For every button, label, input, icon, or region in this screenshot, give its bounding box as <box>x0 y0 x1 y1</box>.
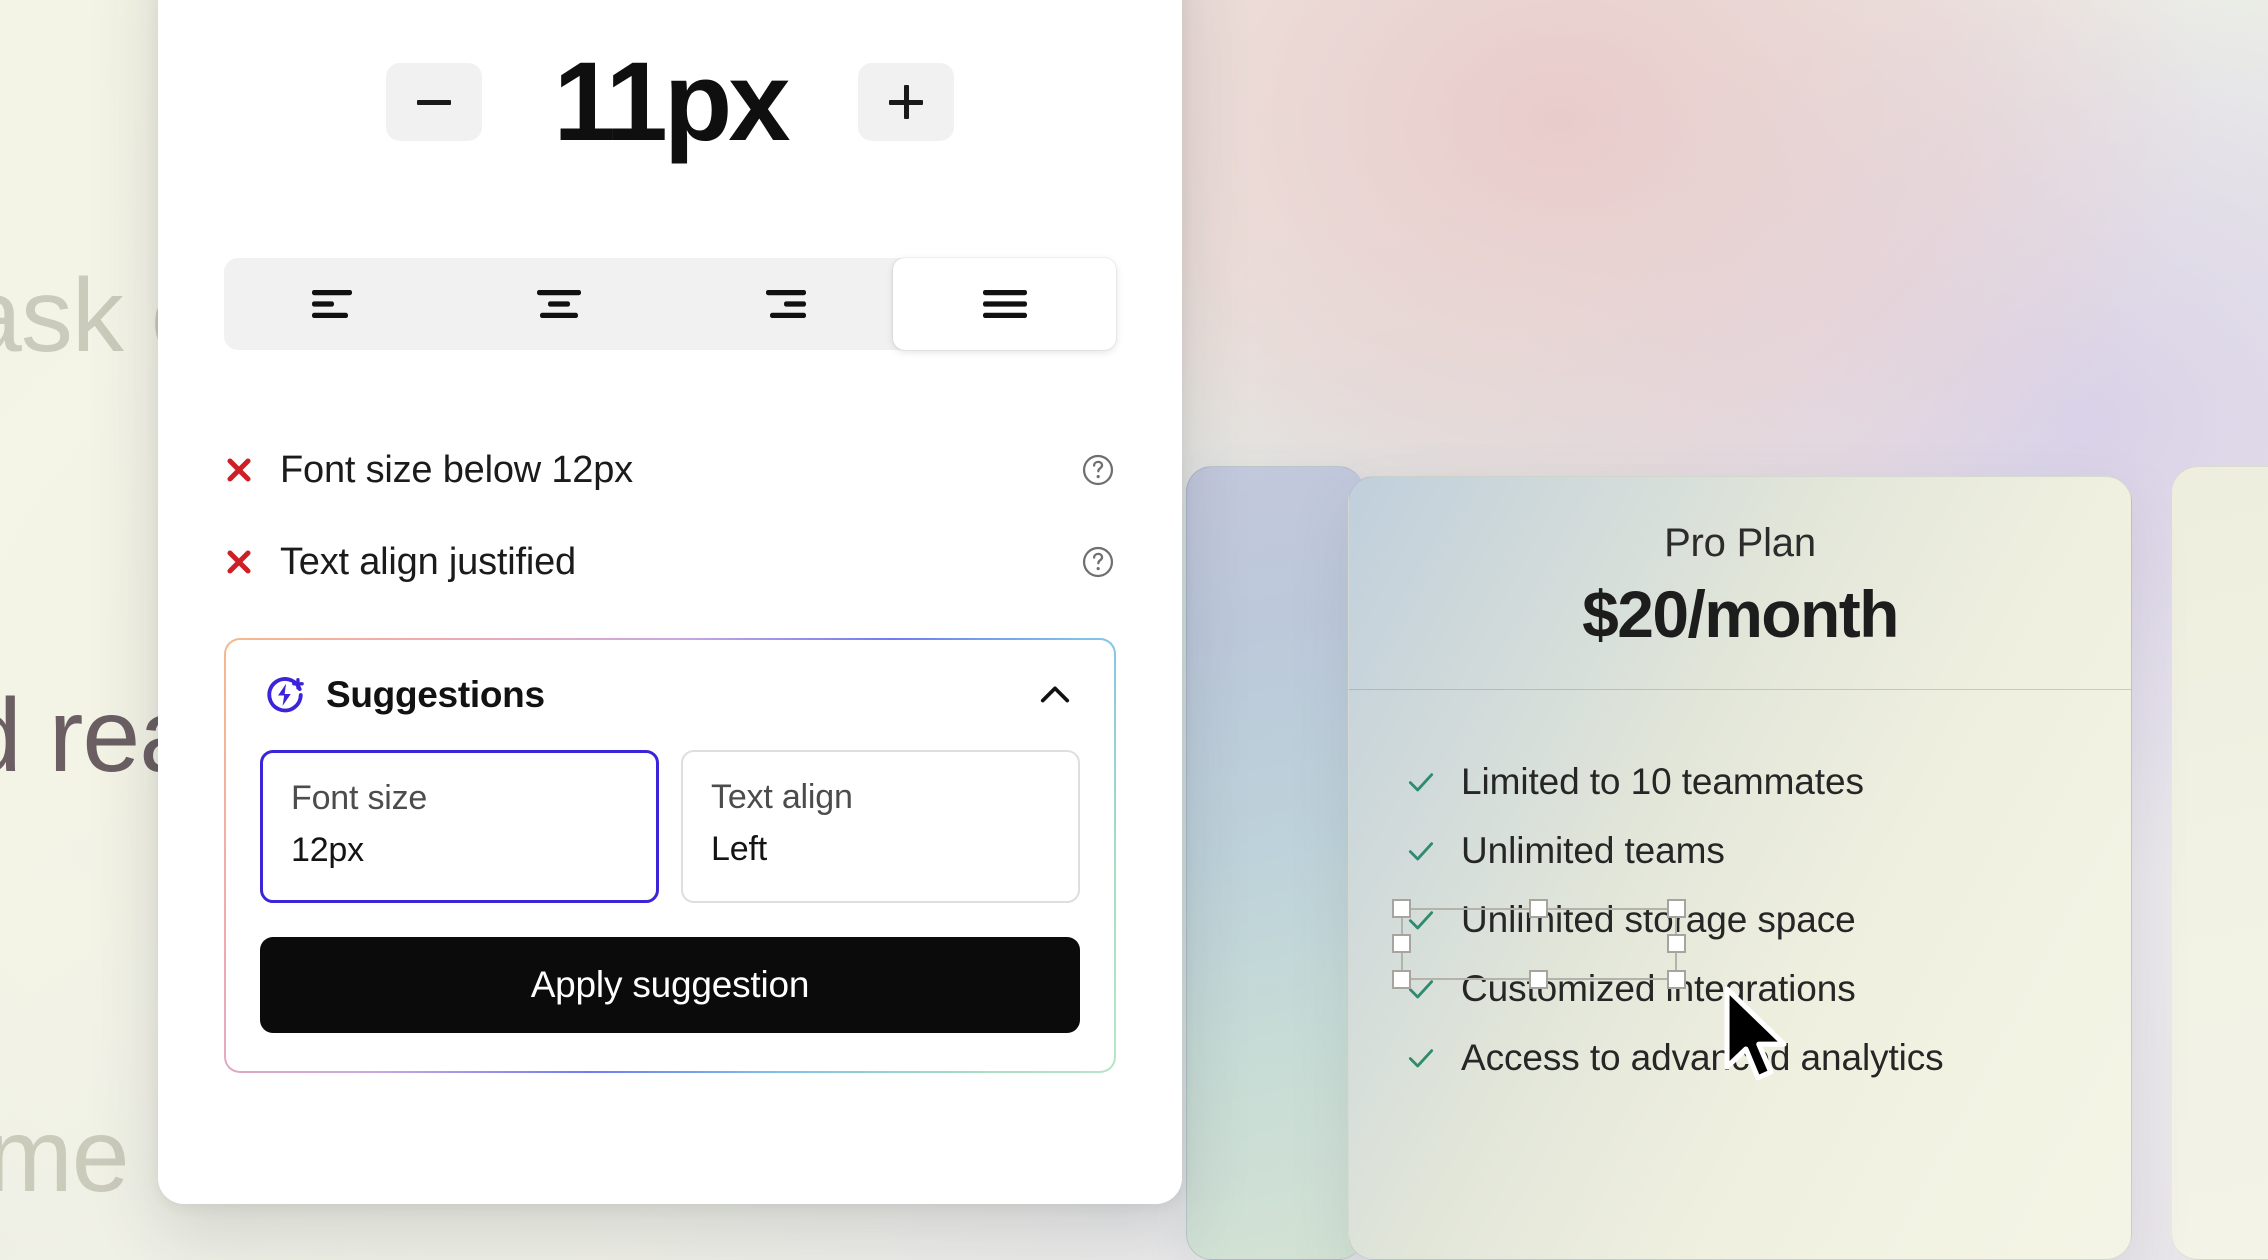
align-right-icon <box>765 290 806 318</box>
text-align-right-button[interactable] <box>670 258 893 350</box>
suggestion-card-label: Text align <box>711 778 853 816</box>
suggestion-card-text-align[interactable]: Text align Left <box>681 750 1080 903</box>
pricing-card-next-partial[interactable] <box>2172 466 2268 1260</box>
check-icon <box>1408 773 1434 792</box>
feature-label: Limited to 10 teammates <box>1461 761 1864 803</box>
align-left-icon <box>311 290 352 318</box>
text-align-left-button[interactable] <box>224 258 447 350</box>
text-properties-panel: 11px Font size below 12px Text align jus… <box>158 0 1182 1204</box>
check-icon <box>1408 1049 1434 1068</box>
font-size-decrease-button[interactable] <box>386 63 482 141</box>
feature-item[interactable]: Access to advanced analytics <box>1405 1024 2131 1093</box>
suggestions-header[interactable]: Suggestions <box>260 674 1080 716</box>
plan-header: Pro Plan $20/month <box>1349 477 2131 653</box>
minus-icon <box>417 85 451 119</box>
feature-label-selected: Unlimited teams <box>1461 830 1725 872</box>
font-size-value: 11px <box>553 39 790 164</box>
issue-row: Text align justified <box>224 516 1116 608</box>
issue-row: Font size below 12px <box>224 424 1116 516</box>
suggestion-card-list: Font size 12px Text align Left <box>260 750 1080 903</box>
feature-item[interactable]: Limited to 10 teammates <box>1405 748 2131 817</box>
feature-item[interactable]: Unlimited storage space <box>1405 886 2131 955</box>
accessibility-issue-list: Font size below 12px Text align justifie… <box>224 424 1116 608</box>
suggestion-card-value: Left <box>711 830 767 868</box>
plan-name: Pro Plan <box>1664 521 1816 565</box>
suggestion-card-value: 12px <box>291 831 364 869</box>
suggestions-panel-border: Suggestions Font size 12px Text align Le… <box>224 638 1116 1073</box>
error-x-icon <box>227 550 251 574</box>
chevron-up-icon[interactable] <box>1034 674 1076 716</box>
suggestion-card-label: Font size <box>291 779 428 817</box>
text-align-center-button[interactable] <box>447 258 670 350</box>
issue-label: Text align justified <box>280 540 576 583</box>
suggestions-title: Suggestions <box>326 674 545 715</box>
plus-icon <box>889 85 923 119</box>
feature-label: Customized integrations <box>1461 968 1856 1010</box>
check-icon <box>1408 980 1434 999</box>
sparkle-bolt-icon <box>267 677 304 713</box>
feature-label: Access to advanced analytics <box>1461 1037 1944 1079</box>
pricing-card-previous-partial[interactable] <box>1186 466 1364 1260</box>
feature-item[interactable]: Unlimited teams <box>1405 817 2131 886</box>
pricing-card-pro[interactable]: Pro Plan $20/month Limited to 10 teammat… <box>1348 476 2132 1260</box>
align-justify-icon <box>982 290 1027 318</box>
feature-label: Unlimited storage space <box>1461 899 1856 941</box>
check-icon <box>1408 911 1434 930</box>
check-icon <box>1408 842 1434 861</box>
suggestions-panel: Suggestions Font size 12px Text align Le… <box>226 640 1114 1071</box>
align-center-icon <box>536 290 581 318</box>
text-align-segmented-control <box>224 258 1116 350</box>
plan-feature-list: Limited to 10 teammates Unlimited teams … <box>1349 690 2131 1093</box>
feature-item[interactable]: Customized integrations <box>1405 955 2131 1024</box>
font-size-stepper: 11px <box>224 0 1116 158</box>
help-circle-icon[interactable] <box>1080 544 1116 580</box>
help-circle-icon[interactable] <box>1080 452 1116 488</box>
issue-label: Font size below 12px <box>280 448 633 491</box>
error-x-icon <box>227 458 251 482</box>
font-size-increase-button[interactable] <box>858 63 954 141</box>
text-align-justify-button[interactable] <box>893 258 1116 350</box>
suggestion-card-font-size[interactable]: Font size 12px <box>260 750 660 903</box>
plan-price: $20/month <box>1582 577 1899 651</box>
apply-suggestion-button[interactable]: Apply suggestion <box>260 937 1080 1033</box>
